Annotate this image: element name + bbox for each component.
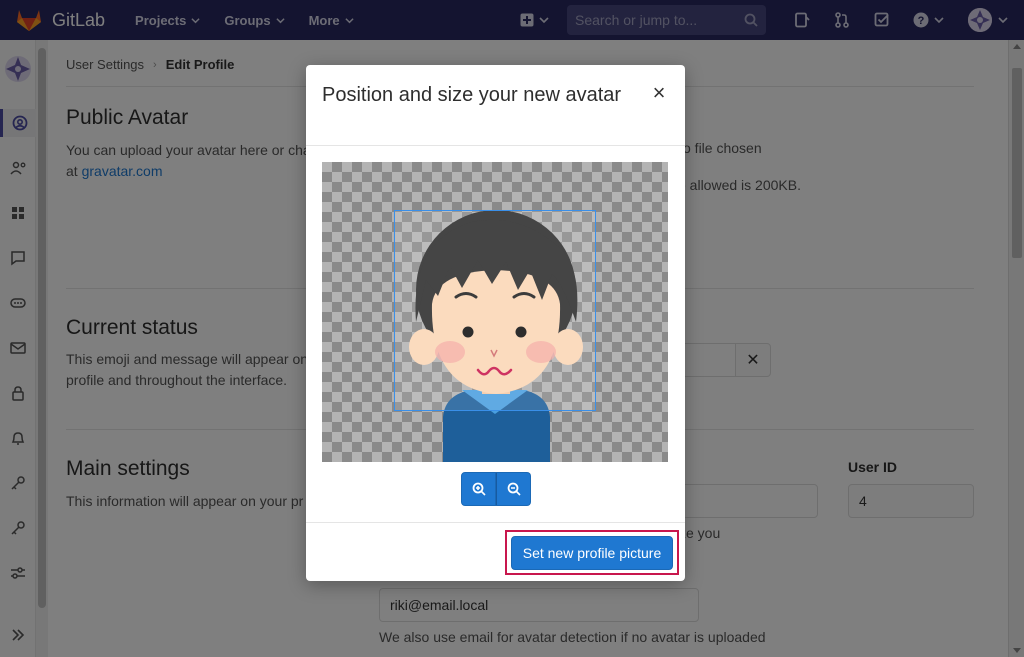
crop-selection-box[interactable]: [394, 210, 596, 411]
zoom-out-icon: [507, 482, 521, 496]
close-icon[interactable]: ×: [649, 82, 669, 104]
zoom-in-icon: [472, 482, 486, 496]
avatar-crop-modal: Position and size your new avatar × Set …: [306, 65, 685, 581]
zoom-in-button[interactable]: [461, 472, 496, 506]
zoom-button-group: [461, 472, 531, 506]
modal-footer: Set new profile picture: [306, 522, 685, 581]
set-new-profile-picture-button[interactable]: Set new profile picture: [511, 536, 673, 570]
zoom-out-button[interactable]: [496, 472, 531, 506]
avatar-cropper[interactable]: [322, 162, 668, 462]
modal-header: Position and size your new avatar ×: [306, 65, 685, 146]
modal-title: Position and size your new avatar: [322, 84, 622, 106]
